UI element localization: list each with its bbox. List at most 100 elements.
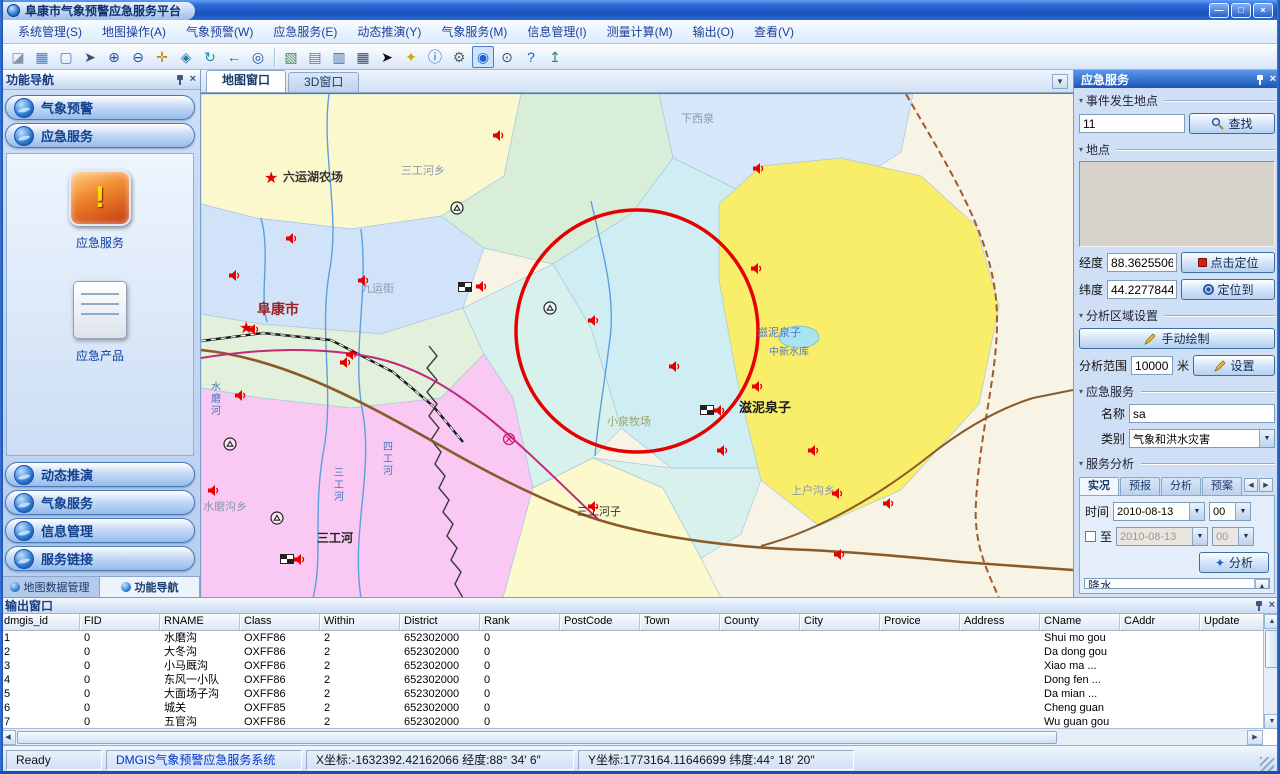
layers-icon[interactable]: ▥ xyxy=(328,46,350,68)
settings-gear-icon[interactable]: ⚙ xyxy=(448,46,470,68)
column-header[interactable]: CAddr xyxy=(1120,614,1200,630)
identify-icon[interactable]: ◎ xyxy=(247,46,269,68)
column-header[interactable]: District xyxy=(400,614,480,630)
select-rect-icon[interactable]: ▢ xyxy=(55,46,77,68)
column-header[interactable]: Class xyxy=(240,614,320,630)
menu-item-3[interactable]: 应急服务(E) xyxy=(263,20,347,43)
analysis-range-input[interactable] xyxy=(1131,356,1173,375)
map-tab-1[interactable]: 3D窗口 xyxy=(288,72,359,92)
nav-group-bottom-2[interactable]: 信息管理 xyxy=(5,518,195,543)
service-tab-0[interactable]: 实况 xyxy=(1079,477,1119,495)
column-header[interactable]: dmgis_id xyxy=(0,614,80,630)
info-icon[interactable]: ⓘ xyxy=(424,46,446,68)
scroll-right-icon[interactable]: ▶ xyxy=(1247,730,1263,745)
column-header[interactable]: Town xyxy=(640,614,720,630)
nav-group-bottom-1[interactable]: 气象服务 xyxy=(5,490,195,515)
start-date-select[interactable]: 2010-08-13▼ xyxy=(1113,502,1205,521)
pin-icon[interactable] xyxy=(1255,74,1265,85)
analyze-button[interactable]: ✦分析 xyxy=(1199,552,1269,573)
nav-group-bottom-0[interactable]: 动态推演 xyxy=(5,462,195,487)
column-header[interactable]: CName xyxy=(1040,614,1120,630)
manual-draw-button[interactable]: 手动绘制 xyxy=(1079,328,1275,349)
place-list[interactable] xyxy=(1079,161,1275,247)
refresh-icon[interactable]: ↻ xyxy=(199,46,221,68)
nav-bottom-tab-0[interactable]: 地图数据管理 xyxy=(0,577,100,597)
nav-group-bottom-3[interactable]: 服务链接 xyxy=(5,546,195,571)
search-button[interactable]: 查找 xyxy=(1189,113,1275,134)
select-add-icon[interactable]: ▦ xyxy=(31,46,53,68)
table-row[interactable]: 20大冬沟OXFF8626523020000Da dong gou xyxy=(0,645,1280,659)
menu-item-6[interactable]: 信息管理(I) xyxy=(517,20,596,43)
pin-icon[interactable] xyxy=(175,74,185,85)
select-black-icon[interactable]: ➤ xyxy=(376,46,398,68)
service-tab-1[interactable]: 预报 xyxy=(1120,477,1160,495)
table-row[interactable]: 70五官沟OXFF8626523020000Wu guan gou xyxy=(0,715,1280,729)
back-arrow-icon[interactable]: ← xyxy=(223,46,245,68)
menu-item-4[interactable]: 动态推演(Y) xyxy=(347,20,431,43)
analysis-item-list[interactable]: 降水空气温度 ▲ ▼ xyxy=(1084,578,1270,589)
click-locate-button[interactable]: 点击定位 xyxy=(1181,252,1275,273)
column-header[interactable]: Address xyxy=(960,614,1040,630)
menu-item-7[interactable]: 测量计算(M) xyxy=(597,20,683,43)
column-header[interactable]: FID xyxy=(80,614,160,630)
list-scrollbar[interactable]: ▲ ▼ xyxy=(1254,579,1269,588)
globe-tool-icon[interactable]: ◉ xyxy=(472,46,494,68)
help-icon[interactable]: ? xyxy=(520,46,542,68)
table-row[interactable]: 50大面场子沟OXFF8626523020000Da mian ... xyxy=(0,687,1280,701)
service-name-input[interactable] xyxy=(1129,404,1275,423)
column-header[interactable]: PostCode xyxy=(560,614,640,630)
tab-overflow-button[interactable]: ▼ xyxy=(1052,74,1068,89)
table-row[interactable]: 60城关OXFF8526523020000Cheng guan xyxy=(0,701,1280,715)
pointer-arrow-icon[interactable]: ➤ xyxy=(79,46,101,68)
nav-group-top-0[interactable]: 气象预警 xyxy=(5,95,195,120)
resize-grip[interactable] xyxy=(1260,757,1274,771)
menu-item-5[interactable]: 气象服务(M) xyxy=(431,20,517,43)
latitude-input[interactable] xyxy=(1107,280,1177,299)
tip-bulb-icon[interactable]: ✦ xyxy=(400,46,422,68)
analysis-item[interactable]: 降水 xyxy=(1085,579,1254,589)
close-icon[interactable]: × xyxy=(190,74,196,85)
menu-item-2[interactable]: 气象预警(W) xyxy=(176,20,263,43)
set-range-button[interactable]: 设置 xyxy=(1193,355,1275,376)
column-header[interactable]: Rank xyxy=(480,614,560,630)
table-row[interactable]: 10水磨沟OXFF8626523020000Shui mo gou xyxy=(0,631,1280,645)
zoom-in-icon[interactable]: ⊕ xyxy=(103,46,125,68)
emergency-service-tile[interactable]: ! 应急服务 xyxy=(69,170,131,251)
zoom-out-icon[interactable]: ⊖ xyxy=(127,46,149,68)
column-header[interactable]: Provice xyxy=(880,614,960,630)
end-date-select[interactable]: 2010-08-13▼ xyxy=(1116,527,1208,546)
table-row[interactable]: 40东风一小队OXFF8626523020000Dong fen ... xyxy=(0,673,1280,687)
service-type-select[interactable]: 气象和洪水灾害 ▼ xyxy=(1129,429,1275,448)
event-location-input[interactable] xyxy=(1079,114,1185,133)
start-hour-select[interactable]: 00▼ xyxy=(1209,502,1251,521)
close-icon[interactable]: × xyxy=(1270,74,1276,85)
nav-group-top-1[interactable]: 应急服务 xyxy=(5,123,195,148)
emergency-product-tile[interactable]: 应急产品 xyxy=(73,281,127,364)
pin-icon[interactable] xyxy=(1254,600,1264,611)
eraser-icon[interactable]: ◪ xyxy=(7,46,29,68)
longitude-input[interactable] xyxy=(1107,253,1177,272)
pan-hand-icon[interactable]: ✛ xyxy=(151,46,173,68)
menu-item-0[interactable]: 系统管理(S) xyxy=(8,20,92,43)
locate-to-button[interactable]: 定位到 xyxy=(1181,279,1275,300)
menu-item-1[interactable]: 地图操作(A) xyxy=(92,20,176,43)
service-tab-2[interactable]: 分析 xyxy=(1161,477,1201,495)
end-hour-select[interactable]: 00▼ xyxy=(1212,527,1254,546)
export-icon[interactable]: ↥ xyxy=(544,46,566,68)
map-export-icon[interactable]: ▧ xyxy=(280,46,302,68)
map-canvas[interactable]: ★★ 六运湖农场三工河乡下西泉阜康市九运街滋泥泉子中新水库滋泥泉子小泉牧场上户沟… xyxy=(201,93,1073,597)
nav-bottom-tab-1[interactable]: 功能导航 xyxy=(100,577,200,597)
column-header[interactable]: Within xyxy=(320,614,400,630)
column-header[interactable]: City xyxy=(800,614,880,630)
menu-item-8[interactable]: 输出(O) xyxy=(683,20,744,43)
table-row[interactable]: 30小马厩沟OXFF8626523020000Xiao ma ... xyxy=(0,659,1280,673)
close-button[interactable]: × xyxy=(1253,3,1273,18)
scroll-thumb[interactable] xyxy=(17,731,1057,744)
close-icon[interactable]: × xyxy=(1269,600,1275,611)
to-checkbox[interactable] xyxy=(1085,531,1096,542)
map-tab-0[interactable]: 地图窗口 xyxy=(206,70,286,92)
restore-button[interactable]: □ xyxy=(1231,3,1251,18)
tab-next-icon[interactable]: ▶ xyxy=(1259,478,1273,492)
scroll-up-icon[interactable]: ▲ xyxy=(1255,579,1269,589)
full-extent-icon[interactable]: ◈ xyxy=(175,46,197,68)
